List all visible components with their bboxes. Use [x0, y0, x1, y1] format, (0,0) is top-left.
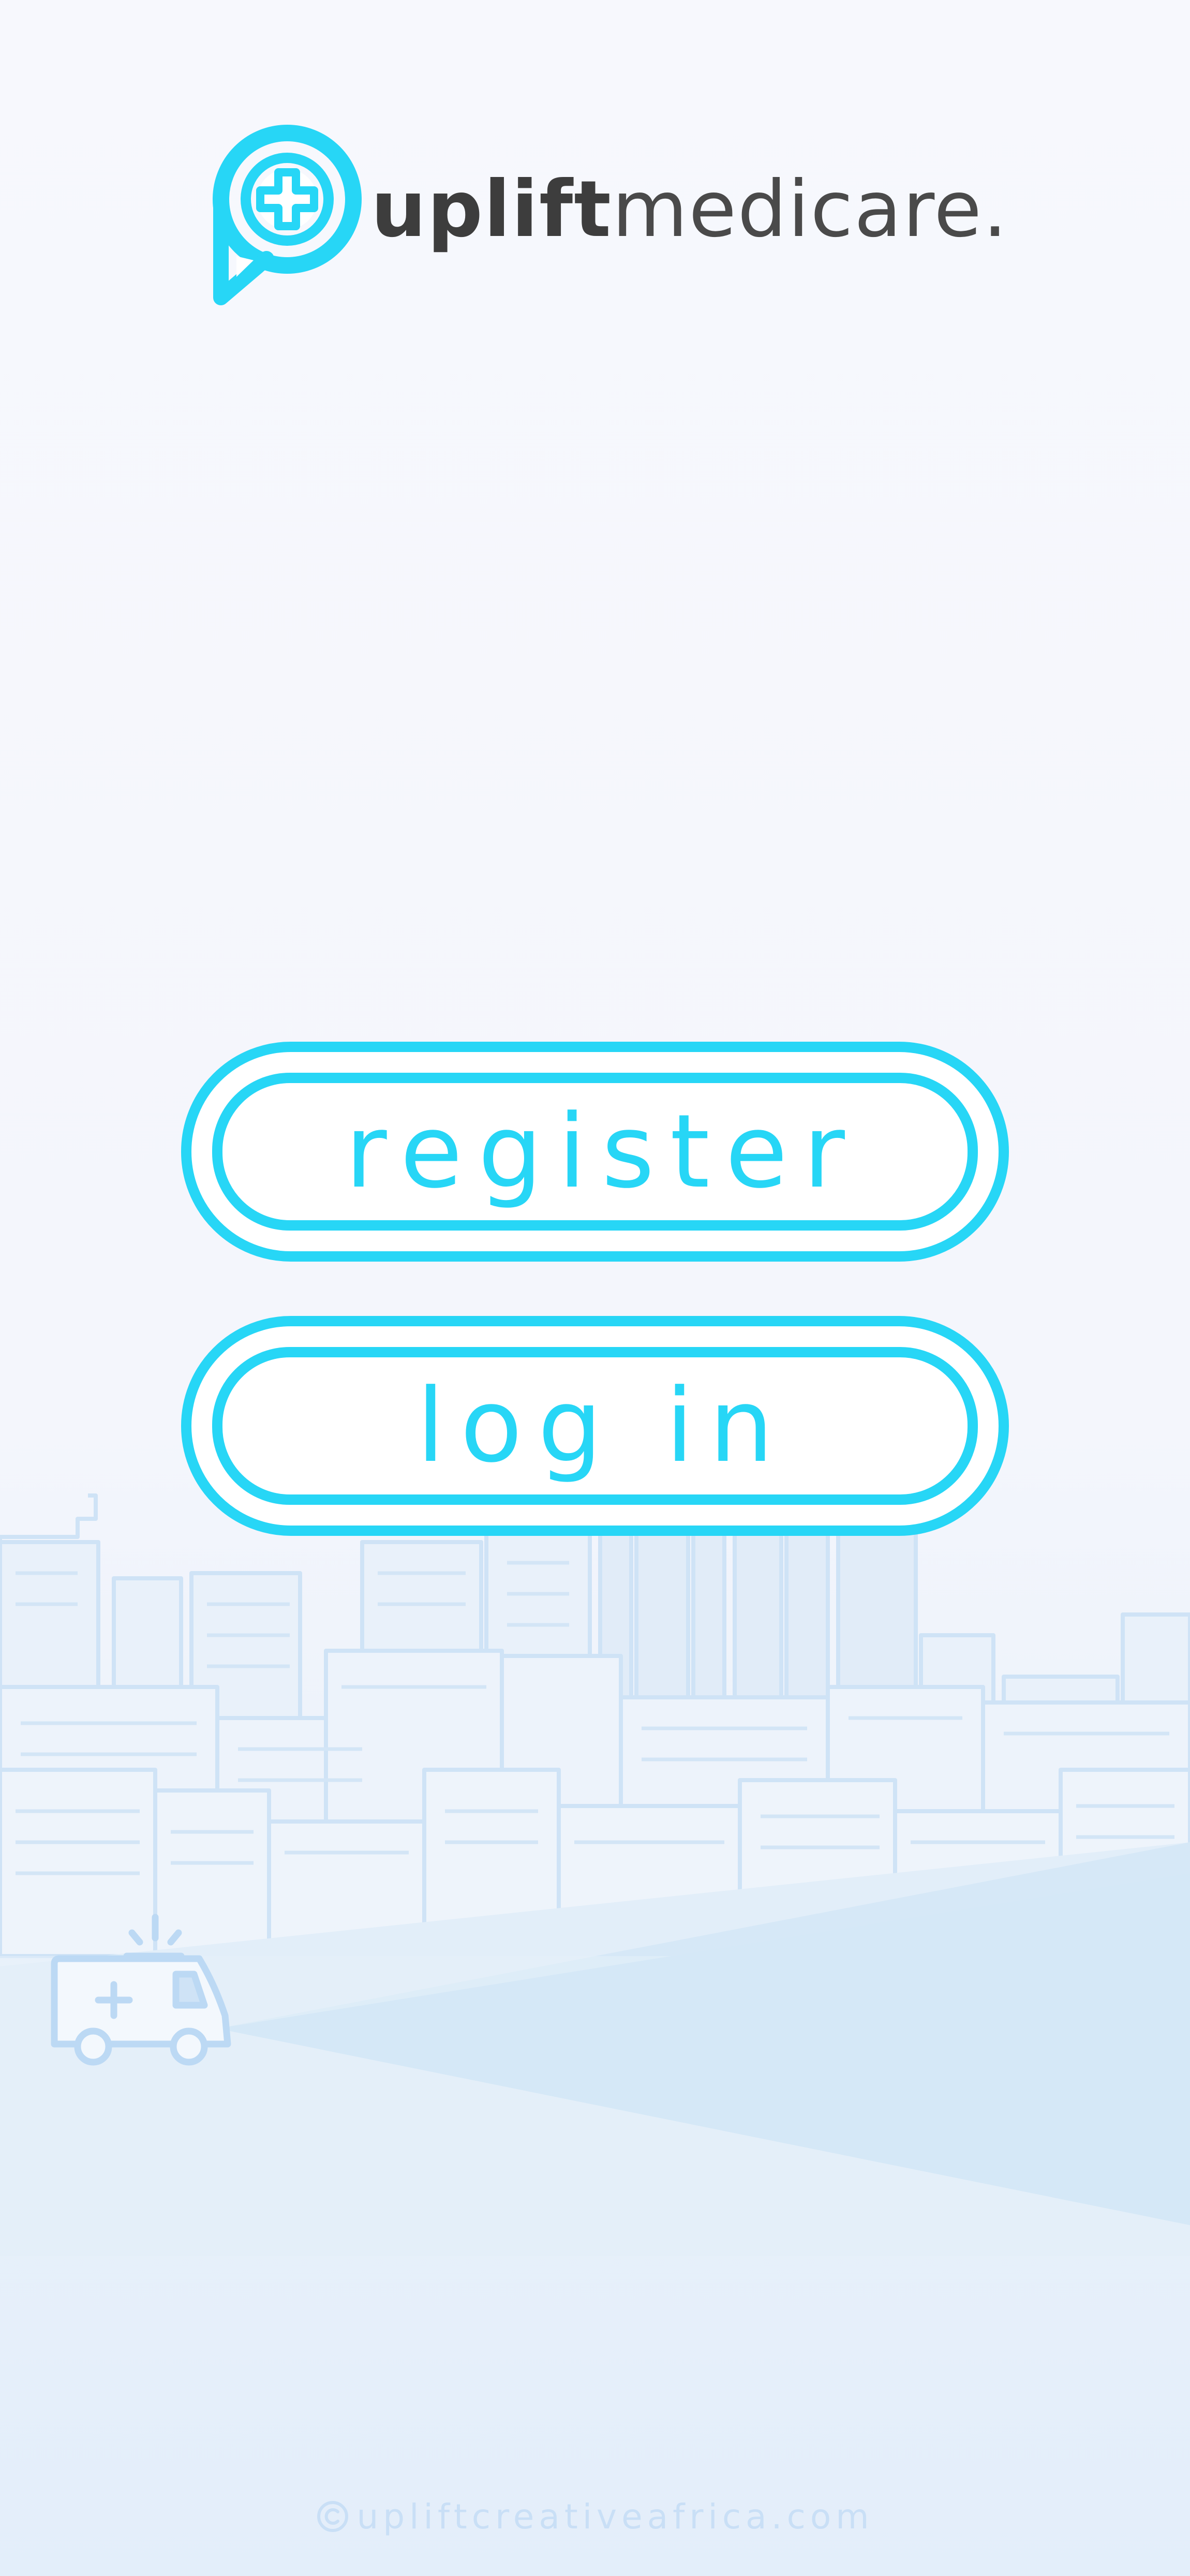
brand-logo: upliftmedicare.: [210, 122, 1007, 308]
login-button-label: log in: [416, 1367, 789, 1485]
copyright-icon: [317, 2501, 349, 2532]
credit-link-text: upliftcreativeafrica.com: [356, 2496, 874, 2537]
login-button-face: log in: [230, 1365, 960, 1487]
speech-bubble-medical-cross-icon: [213, 125, 362, 305]
launch-screen: upliftmedicare. register log in upliftcr…: [0, 0, 1190, 2576]
ambulance-icon: [51, 1914, 231, 2066]
register-button-label: register: [345, 1092, 860, 1211]
register-button-face: register: [230, 1090, 960, 1213]
brand-name-light: medicare.: [612, 165, 1008, 255]
brand-wordmark: upliftmedicare.: [371, 158, 1008, 261]
footer-credit: upliftcreativeafrica.com: [0, 2493, 1190, 2540]
city-skyline-illustration: [0, 1493, 1190, 2256]
login-button-inner-ring: log in: [212, 1347, 978, 1505]
register-button-inner-ring: register: [212, 1073, 978, 1231]
login-button[interactable]: log in: [181, 1316, 1009, 1536]
register-button[interactable]: register: [181, 1042, 1009, 1262]
brand-name-bold: uplift: [371, 165, 612, 255]
